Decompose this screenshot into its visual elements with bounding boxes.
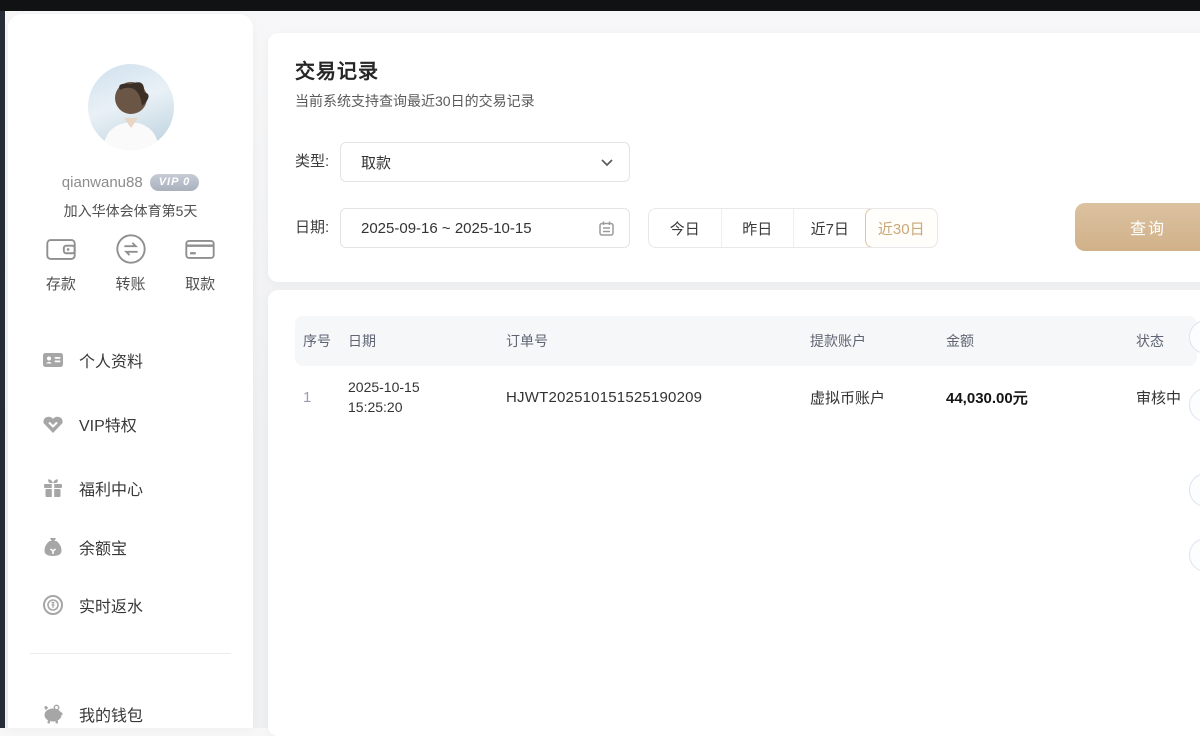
cell-account: 虚拟币账户 — [796, 387, 938, 408]
header-amount: 金额 — [938, 331, 1136, 351]
vip-badge: VIP 0 — [150, 174, 200, 191]
sidebar-item-benefits[interactable]: 福利中心 — [8, 466, 253, 510]
sidebar-item-label: 余额宝 — [79, 535, 127, 559]
user-row: qianwanu88 VIP 0 — [8, 174, 253, 191]
cell-date-day: 2025-10-15 — [348, 377, 506, 397]
quick-action-label: 取款 — [185, 273, 215, 294]
cell-index: 1 — [303, 389, 348, 406]
cell-status: 审核中 — [1136, 387, 1197, 408]
type-label: 类型: — [295, 142, 329, 182]
date-quick-range-group: 今日 昨日 近7日 近30日 — [648, 208, 938, 248]
sidebar-divider — [30, 653, 231, 654]
sidebar: qianwanu88 VIP 0 加入华体会体育第5天 存款 转账 — [8, 14, 253, 728]
cell-date: 2025-10-15 15:25:20 — [348, 377, 506, 417]
range-today-button[interactable]: 今日 — [649, 209, 721, 247]
vip-gem-icon — [42, 413, 64, 435]
username: qianwanu88 — [62, 174, 143, 191]
cell-order-no: HJWT202510151525190209 — [506, 389, 796, 406]
header-status: 状态 — [1136, 331, 1197, 351]
quick-action-label: 存款 — [46, 273, 76, 294]
query-button[interactable]: 查询 — [1075, 203, 1200, 251]
quick-action-withdraw[interactable]: 取款 — [165, 232, 235, 294]
table-row: 1 2025-10-15 15:25:20 HJWT20251015152519… — [295, 366, 1197, 428]
piggy-bank-icon — [42, 703, 64, 725]
sidebar-item-label: 我的钱包 — [79, 702, 143, 726]
transaction-table-panel: 序号 日期 订单号 提款账户 金额 状态 1 2025-10-15 15:25:… — [268, 290, 1200, 736]
sidebar-item-yuebao[interactable]: 余额宝 — [8, 525, 253, 569]
gift-icon — [42, 477, 64, 499]
topbar — [0, 0, 1200, 11]
sidebar-item-my-wallet[interactable]: 我的钱包 — [8, 692, 253, 736]
avatar[interactable] — [88, 64, 174, 150]
header-index: 序号 — [303, 331, 348, 351]
date-range-input[interactable]: 2025-09-16 ~ 2025-10-15 — [340, 208, 630, 248]
range-7days-button[interactable]: 近7日 — [793, 209, 866, 247]
transfer-icon — [114, 232, 148, 266]
range-yesterday-button[interactable]: 昨日 — [721, 209, 794, 247]
join-days-text: 加入华体会体育第5天 — [8, 201, 253, 221]
cell-amount: 44,030.00元 — [938, 387, 1136, 408]
date-label: 日期: — [295, 208, 329, 248]
header-account: 提款账户 — [796, 331, 938, 351]
sidebar-item-profile[interactable]: 个人资料 — [8, 338, 253, 382]
cell-date-time: 15:25:20 — [348, 397, 506, 417]
header-order-no: 订单号 — [506, 331, 796, 351]
id-card-icon — [42, 349, 64, 371]
type-select[interactable]: 取款 — [340, 142, 630, 182]
money-bag-icon — [42, 536, 64, 558]
table-header-row: 序号 日期 订单号 提款账户 金额 状态 — [295, 316, 1197, 366]
left-edge-strip — [0, 0, 5, 728]
page-title: 交易记录 — [295, 55, 379, 84]
transaction-filter-panel: 交易记录 当前系统支持查询最近30日的交易记录 类型: 取款 日期: 2025-… — [268, 33, 1200, 282]
avatar-placeholder — [88, 64, 174, 150]
header-date: 日期 — [348, 331, 506, 351]
wallet-icon — [44, 232, 78, 266]
page-subtitle: 当前系统支持查询最近30日的交易记录 — [295, 91, 535, 111]
sidebar-item-vip[interactable]: VIP特权 — [8, 402, 253, 446]
type-select-value: 取款 — [361, 152, 599, 173]
sidebar-item-rebate[interactable]: 实时返水 — [8, 583, 253, 627]
bank-card-icon — [183, 232, 217, 266]
date-range-value: 2025-09-16 ~ 2025-10-15 — [361, 220, 598, 237]
rebate-coin-icon — [42, 594, 64, 616]
chevron-down-icon — [599, 154, 615, 170]
quick-action-deposit[interactable]: 存款 — [26, 232, 96, 294]
sidebar-item-label: 个人资料 — [79, 348, 143, 372]
sidebar-item-label: 实时返水 — [79, 593, 143, 617]
quick-action-label: 转账 — [116, 273, 146, 294]
calendar-icon — [598, 220, 615, 237]
quick-actions: 存款 转账 取款 — [8, 232, 253, 294]
quick-action-transfer[interactable]: 转账 — [96, 232, 166, 294]
sidebar-item-label: VIP特权 — [79, 412, 137, 436]
sidebar-item-label: 福利中心 — [79, 476, 143, 500]
range-30days-button[interactable]: 近30日 — [865, 208, 939, 248]
